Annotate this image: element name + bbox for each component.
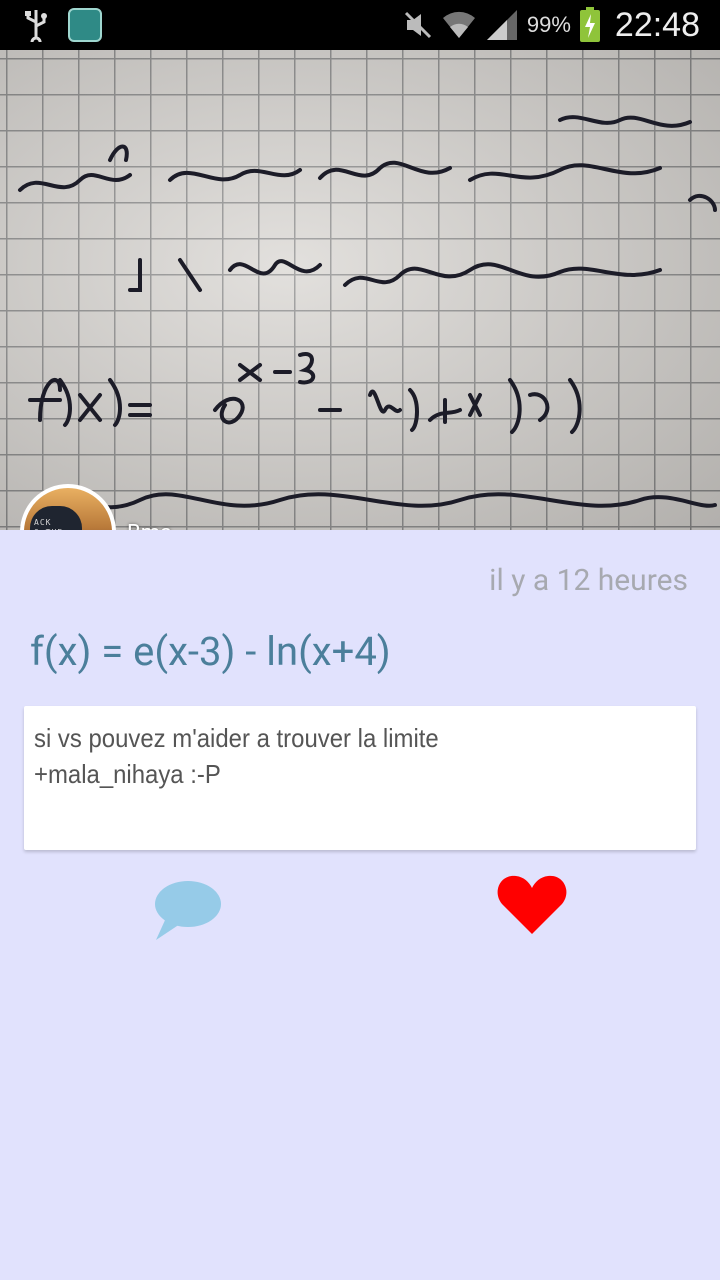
post-timestamp: il y a 12 heures: [489, 563, 688, 598]
avatar-shirt-text: ACKO THEUTURE: [34, 518, 62, 530]
mute-icon: [404, 11, 431, 39]
status-bar: 99% 22:48: [0, 0, 720, 50]
signal-icon: [486, 10, 517, 40]
usb-icon: [25, 10, 47, 42]
handwritten-math: [18, 115, 717, 512]
like-button[interactable]: [496, 872, 568, 938]
post-body-line: +mala_nihaya :-P: [34, 759, 221, 789]
post-body-line: si vs pouvez m'aider a trouver la limite: [34, 723, 439, 753]
comment-button[interactable]: [150, 876, 226, 942]
wifi-icon: [442, 11, 475, 38]
battery-charging-icon: [579, 7, 600, 42]
clock: 22:48: [614, 5, 700, 44]
speech-bubble-icon: [155, 881, 221, 940]
post-image[interactable]: ACKO THEUTURE Bma...: [0, 50, 720, 530]
author-name[interactable]: Bma...: [127, 521, 189, 530]
battery-percent: 99%: [526, 12, 571, 37]
post-title: f(x) = e(x-3) - ln(x+4): [30, 628, 391, 675]
app-notification-icon: [68, 8, 102, 42]
heart-icon: [497, 875, 567, 934]
post-body-card: si vs pouvez m'aider a trouver la limite…: [24, 706, 696, 850]
